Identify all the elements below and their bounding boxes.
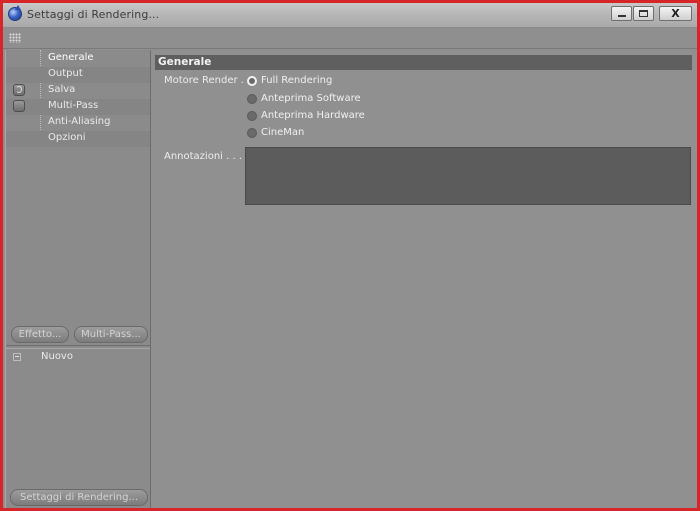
radio-label: Anteprima Software [261, 93, 361, 104]
sidebar-item-salva[interactable]: Salva [6, 83, 150, 99]
minimize-button[interactable] [611, 6, 632, 21]
sidebar-item-opzioni[interactable]: Opzioni [6, 131, 150, 147]
radio-label: Full Rendering [261, 75, 333, 86]
sidebar-item-multipass[interactable]: Multi-Pass [6, 99, 150, 115]
close-button[interactable]: X [659, 6, 692, 21]
list-item-nuovo[interactable]: Nuovo [6, 350, 150, 366]
render-settings-window: Settaggi di Rendering... X Generale Outp… [0, 0, 700, 511]
enable-toggle-icon[interactable] [13, 100, 25, 112]
radio-icon[interactable] [247, 128, 257, 138]
radio-label: Anteprima Hardware [261, 110, 365, 121]
sidebar-item-antialiasing[interactable]: Anti-Aliasing [6, 115, 150, 131]
radio-selected-icon[interactable] [247, 76, 257, 86]
sidebar-item-label: Output [48, 68, 83, 79]
multipass-add-button[interactable]: Multi-Pass... [74, 326, 148, 343]
enable-toggle-icon[interactable] [13, 84, 25, 96]
radio-icon[interactable] [247, 94, 257, 104]
settings-sidebar: Generale Output Salva Multi-Pass Anti-Al… [5, 50, 151, 508]
sidebar-item-generale[interactable]: Generale [6, 51, 150, 67]
section-title: Generale [155, 55, 692, 70]
toolbar [3, 28, 697, 49]
settings-content: Generale Motore Render . . Full Renderin… [151, 50, 697, 508]
render-engine-label: Motore Render . . [164, 75, 251, 86]
sidebar-item-label: Salva [48, 84, 76, 95]
radio-label: CineMan [261, 127, 305, 138]
notes-label: Annotazioni . . . . [164, 151, 249, 162]
render-settings-button[interactable]: Settaggi di Rendering... [10, 489, 148, 506]
notes-textarea[interactable] [245, 147, 691, 205]
radio-icon[interactable] [247, 111, 257, 121]
sidebar-item-label: Anti-Aliasing [48, 116, 111, 127]
expand-collapse-icon[interactable] [13, 353, 21, 361]
cinema4d-app-icon [8, 5, 22, 21]
sidebar-item-label: Generale [48, 52, 94, 63]
list-item-label: Nuovo [41, 351, 73, 362]
close-icon: X [671, 7, 680, 20]
title-bar[interactable]: Settaggi di Rendering... X [3, 3, 697, 28]
maximize-button[interactable] [633, 6, 654, 21]
window-title: Settaggi di Rendering... [27, 8, 160, 21]
sidebar-item-label: Multi-Pass [48, 100, 99, 111]
panel-divider [6, 345, 150, 349]
sidebar-item-output[interactable]: Output [6, 67, 150, 83]
grip-dots-icon[interactable] [9, 33, 21, 43]
sidebar-item-label: Opzioni [48, 132, 86, 143]
effect-button[interactable]: Effetto... [11, 326, 69, 343]
